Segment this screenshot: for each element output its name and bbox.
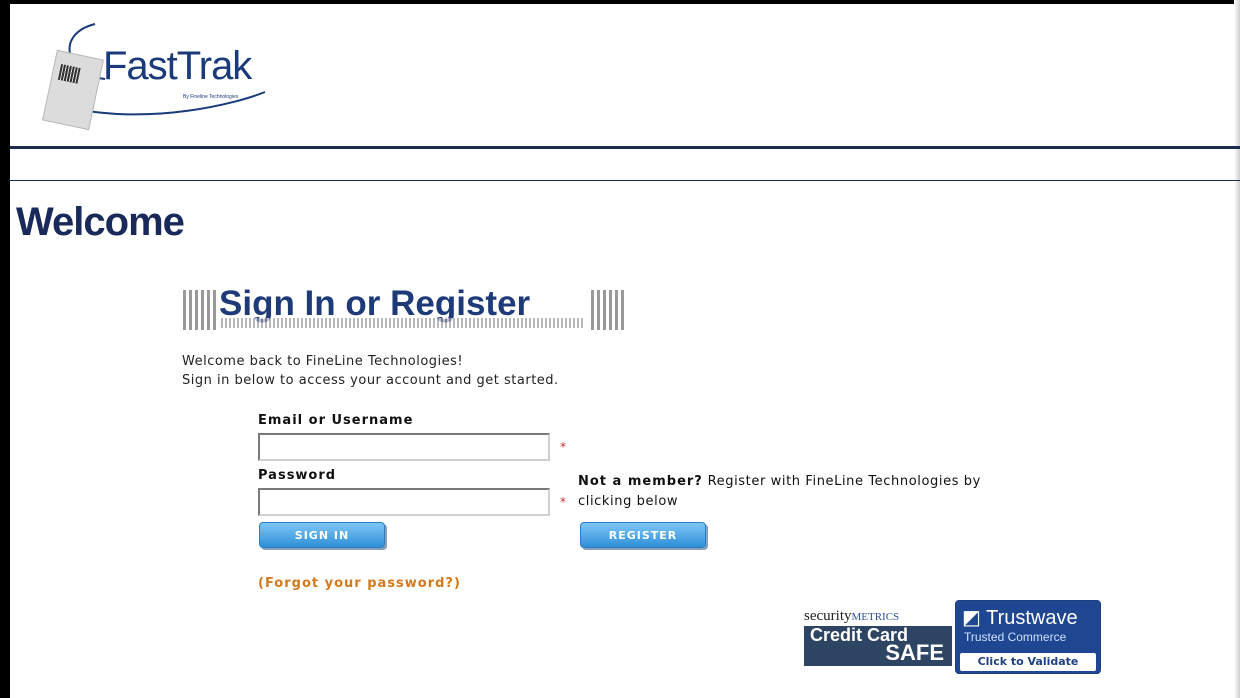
securitymetrics-brand: securityMETRICS: [804, 608, 952, 625]
password-label: Password: [258, 468, 337, 483]
register-prompt: Not a member? Register with FineLine Tec…: [578, 472, 981, 512]
securitymetrics-line-2: SAFE: [885, 640, 944, 665]
fasttrak-logo[interactable]: FastTrak By Fineline Technologies: [35, 14, 275, 134]
register-button[interactable]: REGISTER: [580, 522, 706, 548]
logo-subtitle: By Fineline Technologies: [183, 94, 239, 100]
forgot-password-link[interactable]: (Forgot your password?): [258, 576, 461, 591]
frame-shadow: [1234, 0, 1240, 698]
password-field[interactable]: [258, 488, 550, 516]
register-prompt-text-2: clicking below: [578, 494, 679, 509]
page-title: Welcome: [16, 200, 185, 244]
trustwave-subtitle: Trusted Commerce: [964, 630, 1067, 644]
securitymetrics-brand-a: security: [804, 608, 852, 624]
trustwave-title-text: Trustwave: [986, 607, 1078, 629]
intro-text: Welcome back to FineLine Technologies! S…: [182, 352, 559, 390]
barcode-left-icon: [183, 290, 217, 330]
sign-in-button[interactable]: SIGN IN: [259, 522, 385, 548]
intro-line-2: Sign in below to access your account and…: [182, 373, 559, 388]
securitymetrics-brand-b: METRICS: [851, 611, 900, 623]
header-divider-thin: [10, 180, 1240, 181]
register-prompt-bold: Not a member?: [578, 474, 703, 489]
trustwave-logo-icon: ◩: [962, 607, 981, 629]
email-required-mark: *: [560, 440, 566, 454]
trustwave-badge[interactable]: ◩ Trustwave Trusted Commerce Click to Va…: [955, 600, 1101, 674]
intro-line-1: Welcome back to FineLine Technologies!: [182, 354, 464, 369]
securitymetrics-box: Credit Card SAFE: [804, 626, 952, 666]
barcode-underline-icon: [221, 318, 585, 328]
barcode-right-icon: [591, 290, 625, 330]
register-prompt-text: Register with FineLine Technologies by: [707, 474, 981, 489]
email-label: Email or Username: [258, 413, 414, 428]
trustwave-validate-button[interactable]: Click to Validate: [960, 653, 1096, 671]
password-required-mark: *: [560, 495, 566, 509]
logo-wordmark: FastTrak: [103, 44, 252, 88]
trustwave-title: ◩ Trustwave: [956, 601, 1100, 630]
securitymetrics-badge[interactable]: securityMETRICS Credit Card SAFE: [804, 608, 952, 666]
header-divider: [10, 146, 1240, 149]
email-field[interactable]: [258, 433, 550, 461]
